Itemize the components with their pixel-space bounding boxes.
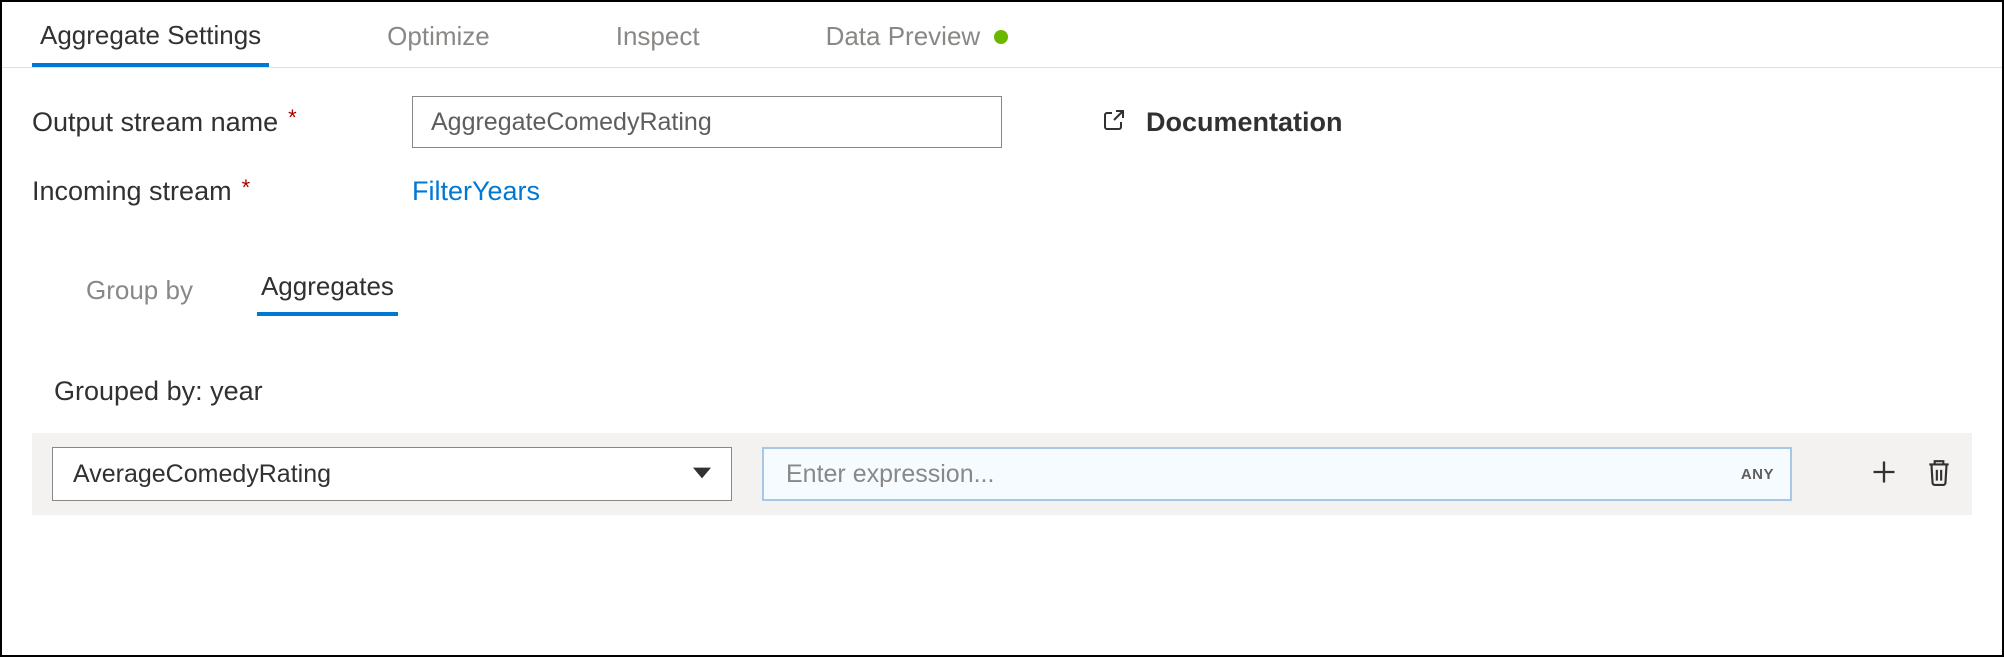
plus-icon [1870,458,1898,491]
tab-label: Data Preview [826,21,981,52]
sub-tab-bar: Group by Aggregates [2,247,2002,316]
expression-placeholder: Enter expression... [786,460,994,489]
top-tab-bar: Aggregate Settings Optimize Inspect Data… [2,2,2002,68]
tab-aggregate-settings[interactable]: Aggregate Settings [32,4,269,67]
label-text: Incoming stream [32,176,232,207]
column-name-select[interactable]: AverageComedyRating [52,447,732,501]
tab-label: Aggregate Settings [40,20,261,51]
expression-input[interactable]: Enter expression... ANY [762,447,1792,501]
tab-data-preview[interactable]: Data Preview [818,5,1017,64]
incoming-stream-link[interactable]: FilterYears [412,176,540,206]
documentation-link[interactable]: Documentation [1012,107,1972,138]
open-external-icon [1102,108,1126,137]
status-dot-icon [994,30,1008,44]
output-stream-name-input[interactable] [412,96,1002,148]
subtab-label: Aggregates [261,271,394,301]
label-incoming-stream: Incoming stream * [32,176,412,207]
subtab-group-by[interactable]: Group by [82,265,197,316]
required-asterisk-icon: * [288,105,297,131]
subtab-aggregates[interactable]: Aggregates [257,261,398,316]
expression-type-badge: ANY [1741,466,1774,483]
aggregate-row: AverageComedyRating Enter expression... … [32,433,1972,515]
label-text: Output stream name [32,107,278,138]
row-incoming-stream: Incoming stream * FilterYears [32,176,1972,207]
row-actions [1822,458,1952,491]
trash-icon [1926,458,1952,491]
add-button[interactable] [1870,458,1898,491]
tab-label: Optimize [387,21,490,52]
column-name-value: AverageComedyRating [73,460,331,489]
documentation-label: Documentation [1146,107,1343,138]
subtab-label: Group by [86,275,193,305]
grouped-by-label: Grouped by: year [2,316,2002,425]
tab-inspect[interactable]: Inspect [608,5,708,64]
required-asterisk-icon: * [242,175,251,201]
tab-label: Inspect [616,21,700,52]
row-output-stream-name: Output stream name * Documentation [32,96,1972,148]
chevron-down-icon [693,460,711,489]
delete-button[interactable] [1926,458,1952,491]
form-area: Output stream name * Documentation Incom… [2,68,2002,247]
tab-optimize[interactable]: Optimize [379,5,498,64]
aggregate-settings-panel: Aggregate Settings Optimize Inspect Data… [2,2,2002,515]
label-output-stream-name: Output stream name * [32,107,412,138]
